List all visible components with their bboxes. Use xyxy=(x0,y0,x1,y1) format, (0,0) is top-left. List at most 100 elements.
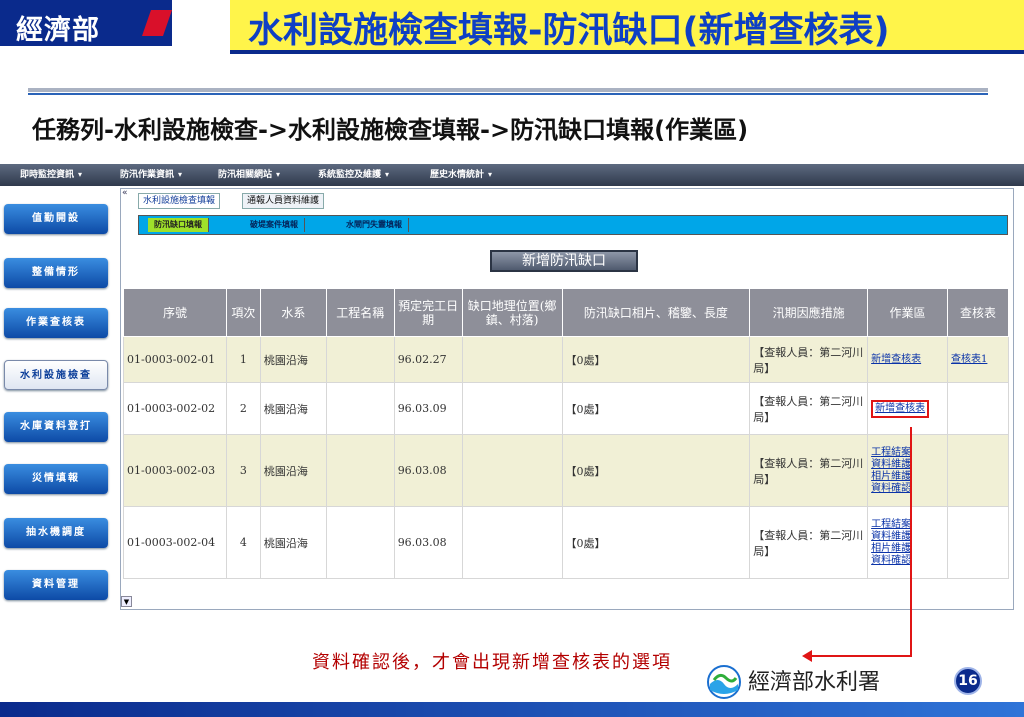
cell-measure: 【查報人員：第二河川局】 xyxy=(749,336,869,383)
sidebar-item-facility-inspection[interactable]: 水利設施檢查 xyxy=(4,360,108,390)
sidebar-item-checklist[interactable]: 作業查核表 xyxy=(4,308,108,338)
cell-project xyxy=(325,434,395,507)
chevron-down-icon: ▾ xyxy=(488,170,493,179)
close-project-link[interactable]: 工程結案 xyxy=(871,519,944,531)
sidebar-item-readiness[interactable]: 整備情形 xyxy=(4,258,108,288)
cell-location xyxy=(461,382,563,435)
column-header: 項次 xyxy=(225,288,261,337)
edit-data-link[interactable]: 資料維護 xyxy=(871,459,944,471)
add-flood-gap-button[interactable]: 新增防汛缺口 xyxy=(490,250,638,272)
menu-label: 防汛作業資訊 xyxy=(120,170,175,180)
cell-project xyxy=(325,382,395,435)
column-header: 防汛缺口相片、稽鑒、長度 xyxy=(561,288,751,337)
menu-item-flood-sites[interactable]: 防汛相關網站 ▾ xyxy=(218,167,284,183)
cell-item: 1 xyxy=(225,336,261,383)
sidebar-item-disaster[interactable]: 災情填報 xyxy=(4,464,108,494)
menu-item-history[interactable]: 歷史水情統計 ▾ xyxy=(430,167,496,183)
edit-photo-link[interactable]: 相片維護 xyxy=(871,471,944,483)
scroll-down-icon[interactable]: ▼ xyxy=(121,596,132,607)
cell-date: 96.03.08 xyxy=(393,506,463,579)
cell-audit xyxy=(947,506,1009,579)
cell-location xyxy=(461,434,563,507)
sidebar-item-duty[interactable]: 值勤開設 xyxy=(4,204,108,234)
footer-bar xyxy=(0,702,1024,717)
confirm-data-link[interactable]: 資料確認 xyxy=(871,483,944,495)
column-header: 水系 xyxy=(259,288,327,337)
cell-actions: 新增查核表 xyxy=(867,336,949,383)
cell-actions: 新增查核表 xyxy=(867,382,949,435)
subtab-flood-gap[interactable]: 防汛缺口填報 xyxy=(148,218,209,232)
close-project-link[interactable]: 工程結案 xyxy=(871,447,944,459)
subtab-levee-breach[interactable]: 破堤案件填報 xyxy=(244,218,305,232)
cell-serial: 01-0003-002-04 xyxy=(123,506,227,579)
cell-river: 桃園沿海 xyxy=(259,336,327,383)
column-header: 序號 xyxy=(123,288,227,337)
sidebar-item-reservoir[interactable]: 水庫資料登打 xyxy=(4,412,108,442)
cell-item: 4 xyxy=(225,506,261,579)
column-header: 預定完工日期 xyxy=(393,288,463,337)
flood-gap-table: 序號 項次 水系 工程名稱 預定完工日期 缺口地理位置(鄉鎮、村落) 防汛缺口相… xyxy=(123,288,1009,579)
slide-header: 經濟部 水利設施檢查填報-防汛缺口(新增查核表) xyxy=(0,0,1024,54)
tab-personnel[interactable]: 通報人員資料維護 xyxy=(242,193,325,209)
column-header: 缺口地理位置(鄉鎮、村落) xyxy=(461,288,563,337)
cell-serial: 01-0003-002-02 xyxy=(123,382,227,435)
table-header: 序號 項次 水系 工程名稱 預定完工日期 缺口地理位置(鄉鎮、村落) 防汛缺口相… xyxy=(123,288,1009,337)
divider xyxy=(28,93,988,95)
cell-location xyxy=(461,336,563,383)
logo-text: 經濟部 xyxy=(16,15,100,46)
menu-item-system[interactable]: 系統監控及維護 ▾ xyxy=(318,167,393,183)
cell-item: 2 xyxy=(225,382,261,435)
cell-measure: 【查報人員：第二河川局】 xyxy=(749,434,869,507)
annotation-note: 資料確認後，才會出現新增查核表的選項 xyxy=(312,652,672,673)
menu-label: 即時監控資訊 xyxy=(20,170,75,180)
menu-item-monitoring[interactable]: 即時監控資訊 ▾ xyxy=(20,167,86,183)
column-header: 查核表 xyxy=(947,288,1009,337)
chevron-down-icon: ▾ xyxy=(276,170,281,179)
callout-line xyxy=(910,427,912,657)
cell-project xyxy=(325,336,395,383)
cell-river: 桃園沿海 xyxy=(259,434,327,507)
divider xyxy=(28,88,988,92)
cell-gap: 【0處】 xyxy=(561,382,751,435)
table-row: 01-0003-002-01 1 桃園沿海 96.02.27 【0處】 【查報人… xyxy=(123,336,1009,383)
cell-item: 3 xyxy=(225,434,261,507)
confirm-data-link[interactable]: 資料確認 xyxy=(871,555,944,567)
collapse-icon[interactable]: « xyxy=(122,188,128,198)
highlight-box: 新增查核表 xyxy=(871,399,930,418)
table-row: 01-0003-002-03 3 桃園沿海 96.03.08 【0處】 【查報人… xyxy=(123,434,1009,507)
add-audit-link[interactable]: 新增查核表 xyxy=(871,354,944,366)
sidebar-item-pump[interactable]: 抽水機調度 xyxy=(4,518,108,548)
table-row: 01-0003-002-02 2 桃園沿海 96.03.09 【0處】 【查報人… xyxy=(123,382,1009,435)
tab-facility-report[interactable]: 水利設施檢查填報 xyxy=(138,193,221,209)
cell-measure: 【查報人員：第二河川局】 xyxy=(749,382,869,435)
menu-label: 歷史水情統計 xyxy=(430,170,485,180)
cell-date: 96.03.09 xyxy=(393,382,463,435)
title-underline xyxy=(230,50,1024,54)
column-header: 汛期因應措施 xyxy=(749,288,869,337)
cell-gap: 【0處】 xyxy=(561,434,751,507)
cell-serial: 01-0003-002-03 xyxy=(123,434,227,507)
edit-photo-link[interactable]: 相片維護 xyxy=(871,543,944,555)
chevron-down-icon: ▾ xyxy=(78,170,83,179)
menu-item-flood-ops[interactable]: 防汛作業資訊 ▾ xyxy=(120,167,186,183)
sidebar: 值勤開設 整備情形 作業查核表 水利設施檢查 水庫資料登打 災情填報 抽水機調度… xyxy=(0,186,118,616)
column-header: 工程名稱 xyxy=(325,288,395,337)
logo-flag-icon xyxy=(142,10,172,36)
callout-line xyxy=(808,655,912,657)
menu-label: 系統監控及維護 xyxy=(318,170,382,180)
cell-actions: 工程結案 資料維護 相片維護 資料確認 xyxy=(867,506,949,579)
cell-river: 桃園沿海 xyxy=(259,506,327,579)
chevron-down-icon: ▾ xyxy=(178,170,183,179)
add-audit-link[interactable]: 新增查核表 xyxy=(875,403,925,415)
cell-date: 96.03.08 xyxy=(393,434,463,507)
subtab-gate-failure[interactable]: 水閘門失靈填報 xyxy=(340,218,409,232)
cell-actions: 工程結案 資料維護 相片維護 資料確認 xyxy=(867,434,949,507)
sidebar-item-data-admin[interactable]: 資料管理 xyxy=(4,570,108,600)
cell-date: 96.02.27 xyxy=(393,336,463,383)
cell-measure: 【查報人員：第二河川局】 xyxy=(749,506,869,579)
cell-serial: 01-0003-002-01 xyxy=(123,336,227,383)
audit-link[interactable]: 查核表1 xyxy=(951,354,1005,366)
edit-data-link[interactable]: 資料維護 xyxy=(871,531,944,543)
breadcrumb: 任務列-水利設施檢查->水利設施檢查填報->防汛缺口填報(作業區) xyxy=(32,116,749,144)
page-number: 16 xyxy=(954,667,982,695)
